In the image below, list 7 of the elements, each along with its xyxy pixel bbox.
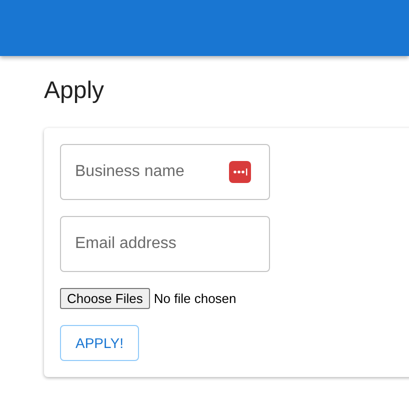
page-title: Apply	[44, 76, 104, 106]
password-manager-icon[interactable]	[229, 161, 251, 183]
file-status: No file chosen	[154, 290, 236, 308]
choose-files-button[interactable]: Choose Files	[60, 288, 150, 309]
input-field[interactable]: Business name	[60, 144, 270, 200]
input-field[interactable]: Email address	[60, 216, 270, 272]
apply-button[interactable]: APPLY!	[60, 325, 139, 361]
